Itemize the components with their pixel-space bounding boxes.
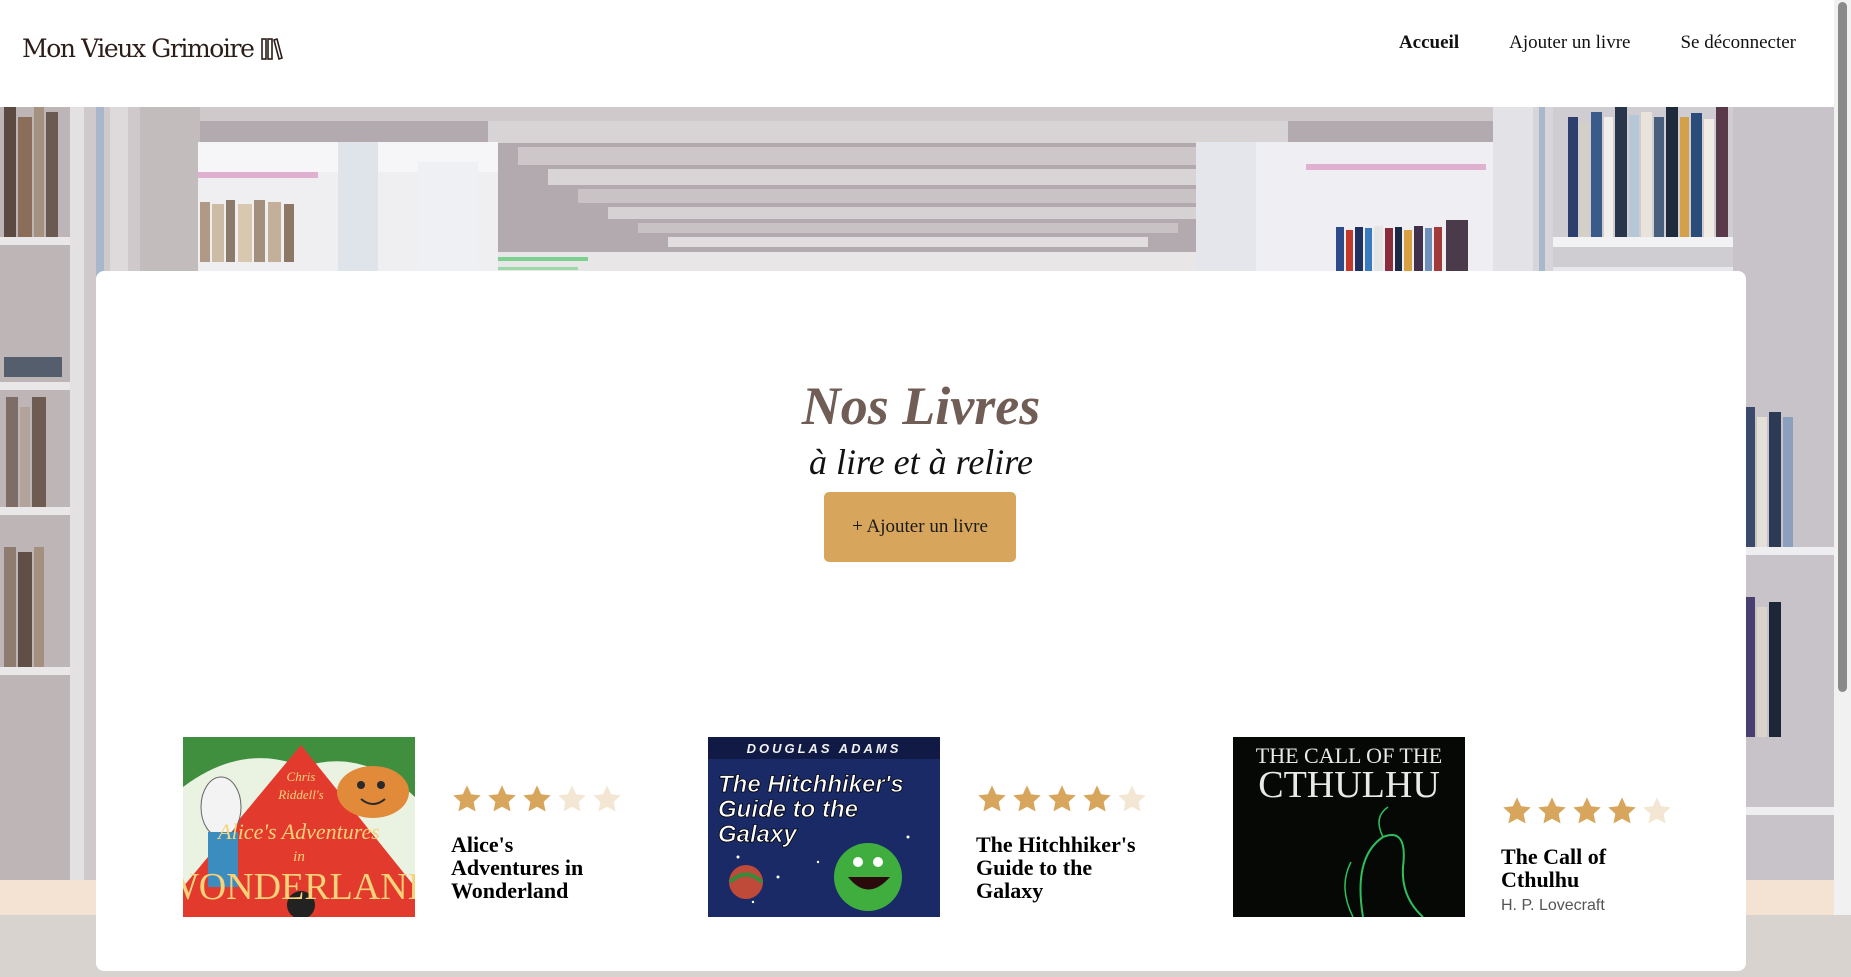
book-title[interactable]: Alice's Adventures in Wonderland <box>451 833 621 902</box>
star-filled-icon <box>453 785 481 812</box>
logo-text: Mon Vieux Grimoire <box>22 34 255 63</box>
book-card[interactable]: Chris Riddell's Alice's Adventures in WO… <box>183 737 633 977</box>
site-logo[interactable]: Mon Vieux Grimoire <box>22 34 284 63</box>
star-filled-icon <box>1048 785 1076 812</box>
center-bookshelf-left <box>198 142 498 272</box>
center-bookshelf-right <box>1196 142 1496 272</box>
book-card[interactable]: DOUGLAS ADAMS The Hitchhiker's Guide to … <box>708 737 1158 977</box>
book-title[interactable]: The Call of Cthulhu <box>1501 845 1671 891</box>
nav-accueil[interactable]: Accueil <box>1399 32 1459 54</box>
page-subtitle: à lire et à relire <box>809 442 1033 482</box>
cover-line: Guide to the <box>718 796 858 823</box>
star-filled-icon <box>1608 797 1636 824</box>
add-book-button[interactable]: + Ajouter un livre <box>824 492 1016 562</box>
book-cover-image: THE CALL OF THE CTHULHU <box>1233 737 1465 917</box>
nav-ajouter-livre[interactable]: Ajouter un livre <box>1509 32 1630 54</box>
star-filled-icon <box>488 785 516 812</box>
cover-line: Chris <box>287 769 316 784</box>
star-empty-icon <box>558 785 586 812</box>
books-section: Nos Livres à lire et à relire + Ajouter … <box>96 271 1746 971</box>
site-header: Mon Vieux Grimoire Accueil Ajouter un li… <box>0 0 1851 107</box>
books-icon <box>261 37 284 60</box>
star-filled-icon <box>1538 797 1566 824</box>
cover-line: in <box>293 849 305 865</box>
cover-line: The Hitchhiker's <box>718 771 904 798</box>
cover-line: Alice's Adventures <box>216 819 380 844</box>
book-cover[interactable]: DOUGLAS ADAMS The Hitchhiker's Guide to … <box>708 737 940 917</box>
star-filled-icon <box>523 785 551 812</box>
star-filled-icon <box>1503 797 1531 824</box>
book-cover-image: Chris Riddell's Alice's Adventures in WO… <box>183 737 415 917</box>
book-card[interactable]: THE CALL OF THE CTHULHU The Call of Cthu… <box>1233 737 1683 977</box>
book-author: H. P. Lovecraft <box>1501 897 1605 914</box>
cover-line: Galaxy <box>718 821 798 848</box>
star-filled-icon <box>1083 785 1111 812</box>
cover-line: CTHULHU <box>1258 764 1440 806</box>
scrollbar-thumb[interactable] <box>1838 2 1847 692</box>
main-nav: Accueil Ajouter un livre Se déconnecter <box>1399 32 1796 54</box>
star-rating <box>451 783 623 815</box>
page-scrollbar[interactable] <box>1834 0 1851 915</box>
page-title: Nos Livres <box>801 376 1041 436</box>
cover-line: Riddell's <box>277 787 323 802</box>
star-empty-icon <box>593 785 621 812</box>
book-title[interactable]: The Hitchhiker's Guide to the Galaxy <box>976 833 1146 902</box>
book-info: The Hitchhiker's Guide to the Galaxy <box>976 783 1148 908</box>
cover-line: WONDERLAND <box>183 866 415 908</box>
book-info: Alice's Adventures in Wonderland <box>451 783 623 908</box>
nav-se-deconnecter[interactable]: Se déconnecter <box>1680 32 1796 54</box>
star-filled-icon <box>978 785 1006 812</box>
book-cover-image: DOUGLAS ADAMS The Hitchhiker's Guide to … <box>708 737 940 917</box>
book-cover[interactable]: THE CALL OF THE CTHULHU <box>1233 737 1465 917</box>
star-filled-icon <box>1573 797 1601 824</box>
cover-line: DOUGLAS ADAMS <box>747 741 902 756</box>
star-rating <box>1501 795 1673 827</box>
star-empty-icon <box>1118 785 1146 812</box>
book-info: The Call of Cthulhu H. P. Lovecraft <box>1501 795 1673 915</box>
star-rating <box>976 783 1148 815</box>
book-cover[interactable]: Chris Riddell's Alice's Adventures in WO… <box>183 737 415 917</box>
star-filled-icon <box>1013 785 1041 812</box>
star-empty-icon <box>1643 797 1671 824</box>
